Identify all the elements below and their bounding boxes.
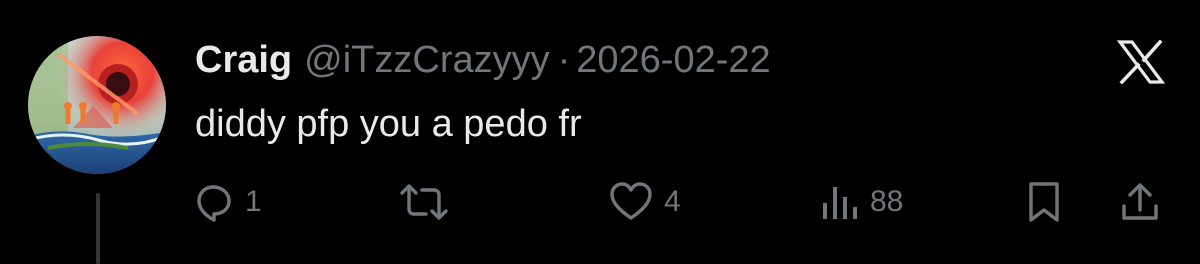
tweet-header: Craig @iTzzCrazyyy · 2026-02-22 xyxy=(195,36,771,84)
x-logo-icon xyxy=(1116,39,1166,85)
like-button[interactable]: 4 xyxy=(608,178,681,226)
bookmark-button[interactable] xyxy=(1024,178,1064,226)
views-count: 88 xyxy=(870,185,904,218)
reply-count: 1 xyxy=(245,185,262,218)
separator-dot: · xyxy=(557,39,571,81)
share-button[interactable] xyxy=(1118,178,1162,226)
timestamp[interactable]: 2026-02-22 xyxy=(576,36,770,84)
user-handle[interactable]: @iTzzCrazyyy xyxy=(304,36,549,84)
heart-icon xyxy=(608,181,654,223)
display-name[interactable]: Craig xyxy=(195,36,292,84)
bookmark-icon xyxy=(1024,180,1064,224)
like-count: 4 xyxy=(664,185,681,218)
share-icon xyxy=(1118,180,1162,224)
reply-button[interactable]: 1 xyxy=(193,178,262,226)
views-icon xyxy=(820,181,860,223)
reply-icon xyxy=(193,181,235,223)
tweet[interactable]: Craig @iTzzCrazyyy · 2026-02-22 diddy pf… xyxy=(0,0,1200,264)
retweet-icon xyxy=(398,181,450,223)
views-button[interactable]: 88 xyxy=(820,178,903,226)
retweet-button[interactable] xyxy=(398,178,460,226)
avatar[interactable] xyxy=(28,36,166,174)
thread-line xyxy=(96,193,100,264)
tweet-text: diddy pfp you a pedo fr xyxy=(195,103,582,145)
